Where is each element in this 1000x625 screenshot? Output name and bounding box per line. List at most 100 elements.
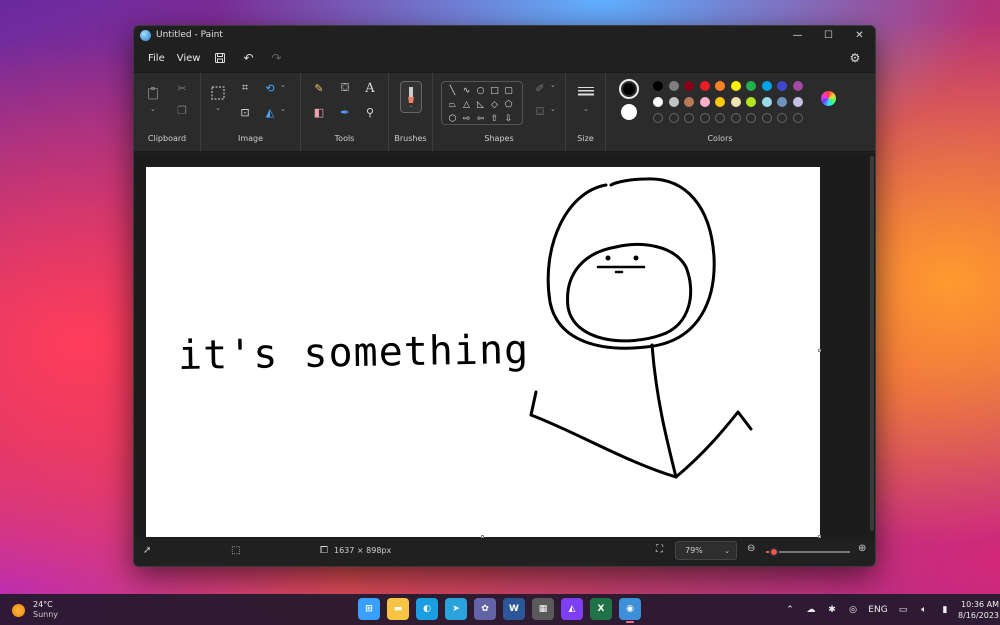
palette-swatch[interactable] — [684, 81, 694, 91]
palette-swatch[interactable] — [715, 97, 725, 107]
weather-widget[interactable]: 24°C Sunny — [12, 600, 58, 620]
edit-colors-icon[interactable] — [821, 91, 836, 106]
zoom-out-icon[interactable]: ⊖ — [747, 543, 755, 554]
curve-shape-icon[interactable]: ∿ — [460, 84, 473, 97]
palette-swatch[interactable] — [730, 81, 741, 91]
custom-color-slot[interactable] — [761, 113, 772, 123]
outline-chevron-icon[interactable]: ⌄ — [550, 81, 556, 89]
line-shape-icon[interactable]: ╲ — [446, 84, 459, 97]
custom-color-slot[interactable] — [792, 113, 803, 123]
rotate-chevron-icon[interactable]: ⌄ — [280, 81, 286, 89]
color-picker-icon[interactable]: ✒ — [336, 103, 354, 121]
custom-color-slot[interactable] — [668, 113, 679, 123]
shape-fill-chevron-icon[interactable]: ⌄ — [550, 105, 556, 113]
fit-to-window-icon[interactable]: ⛶ — [656, 544, 663, 555]
size-chevron-icon[interactable]: ⌄ — [583, 105, 589, 113]
pencil-icon[interactable]: ✎ — [310, 79, 328, 97]
zoom-in-icon[interactable]: ⊕ — [858, 543, 866, 554]
palette-swatch[interactable] — [792, 97, 803, 107]
palette-swatch[interactable] — [761, 97, 772, 107]
custom-color-slot[interactable] — [730, 113, 741, 123]
teams-icon[interactable]: ✿ — [474, 598, 496, 620]
rotate-icon[interactable]: ⟲ — [261, 79, 279, 97]
battery-icon[interactable]: ▮ — [937, 600, 953, 620]
paste-chevron-icon[interactable]: ⌄ — [150, 105, 156, 113]
rectangle-shape-icon[interactable]: □ — [488, 84, 501, 97]
select-icon[interactable] — [209, 84, 227, 102]
oval-shape-icon[interactable]: ○ — [474, 84, 487, 97]
shape-fill-icon[interactable]: ⛋ — [531, 103, 549, 121]
arrow-down-shape-icon[interactable]: ⇩ — [502, 112, 515, 125]
bluetooth-icon[interactable]: ✱ — [824, 600, 840, 620]
calculator-icon[interactable]: ▦ — [532, 598, 554, 620]
maximize-button[interactable]: ☐ — [813, 26, 844, 44]
rounded-rect-shape-icon[interactable]: ▢ — [502, 84, 515, 97]
arrow-right-shape-icon[interactable]: ⇨ — [460, 112, 473, 125]
palette-swatch[interactable] — [792, 81, 803, 91]
zoom-slider-thumb[interactable] — [769, 547, 780, 557]
palette-swatch[interactable] — [715, 81, 725, 91]
palette-swatch[interactable] — [684, 97, 694, 107]
redo-icon[interactable]: ↷ — [262, 47, 290, 69]
diamond-shape-icon[interactable]: ◇ — [488, 98, 501, 111]
onedrive-icon[interactable]: ☁ — [803, 600, 819, 620]
palette-swatch[interactable] — [653, 97, 663, 107]
network-icon[interactable]: ▭ — [895, 600, 911, 620]
palette-swatch[interactable] — [653, 81, 663, 91]
language-indicator[interactable]: ENG — [866, 600, 890, 620]
volume-icon[interactable]: 🔈︎ — [916, 600, 932, 620]
affinity-icon[interactable]: ◭ — [561, 598, 583, 620]
file-explorer-icon[interactable]: ▬ — [387, 598, 409, 620]
paint-icon[interactable]: ◉ — [619, 598, 641, 623]
menu-view[interactable]: View — [171, 49, 207, 68]
secondary-color-swatch[interactable] — [621, 104, 637, 120]
text-icon[interactable]: A — [361, 79, 379, 97]
cut-icon[interactable]: ✂ — [173, 79, 191, 97]
size-icon[interactable] — [577, 83, 595, 101]
gear-icon[interactable]: ⚙ — [841, 47, 869, 69]
palette-swatch[interactable] — [746, 81, 756, 91]
palette-swatch[interactable] — [730, 97, 741, 107]
select-chevron-icon[interactable]: ⌄ — [215, 104, 221, 112]
brush-icon[interactable]: ⌄ — [400, 81, 422, 113]
custom-color-slot[interactable] — [777, 113, 787, 123]
chevron-up-icon[interactable]: ⌃ — [782, 600, 798, 620]
palette-swatch[interactable] — [668, 97, 679, 107]
fill-icon[interactable]: ⛋ — [336, 79, 354, 97]
save-icon[interactable] — [206, 47, 234, 69]
location-icon[interactable]: ◎ — [845, 600, 861, 620]
paste-icon[interactable] — [144, 84, 162, 102]
custom-color-slot[interactable] — [699, 113, 710, 123]
arrow-up-shape-icon[interactable]: ⇧ — [488, 112, 501, 125]
telegram-icon[interactable]: ➤ — [445, 598, 467, 620]
minimize-button[interactable]: — — [782, 26, 813, 44]
arrow-left-shape-icon[interactable]: ⇦ — [474, 112, 487, 125]
palette-swatch[interactable] — [777, 81, 787, 91]
edge-icon[interactable]: ◐ — [416, 598, 438, 620]
palette-swatch[interactable] — [668, 81, 679, 91]
flip-chevron-icon[interactable]: ⌄ — [280, 105, 286, 113]
start-icon[interactable]: ⊞ — [358, 598, 380, 620]
close-button[interactable]: ✕ — [844, 26, 875, 44]
vertical-scrollbar[interactable] — [870, 156, 874, 531]
eraser-icon[interactable]: ◧ — [310, 103, 328, 121]
image-select-icon[interactable]: ⊡ — [236, 103, 254, 121]
palette-swatch[interactable] — [699, 97, 710, 107]
pentagon-shape-icon[interactable]: ⬠ — [502, 98, 515, 111]
undo-icon[interactable]: ↶ — [234, 47, 262, 69]
crop-icon[interactable]: ⌗ — [236, 79, 254, 97]
custom-color-slot[interactable] — [653, 113, 663, 123]
palette-swatch[interactable] — [699, 81, 710, 91]
polygon-shape-icon[interactable]: ⏢ — [446, 98, 459, 111]
canvas-resize-handle-right[interactable] — [818, 349, 821, 352]
magnifier-icon[interactable]: ⚲ — [361, 103, 379, 121]
triangle-shape-icon[interactable]: △ — [460, 98, 473, 111]
menu-file[interactable]: File — [142, 49, 171, 68]
flip-icon[interactable]: ◭ — [261, 103, 279, 121]
right-triangle-shape-icon[interactable]: ◺ — [474, 98, 487, 111]
primary-color-swatch[interactable] — [619, 79, 639, 99]
custom-color-slot[interactable] — [715, 113, 725, 123]
clock[interactable]: 10:36 AM 8/16/2023 — [958, 599, 999, 621]
copy-icon[interactable]: ❐ — [173, 101, 191, 119]
zoom-dropdown[interactable]: 79% ⌄ — [675, 541, 737, 560]
